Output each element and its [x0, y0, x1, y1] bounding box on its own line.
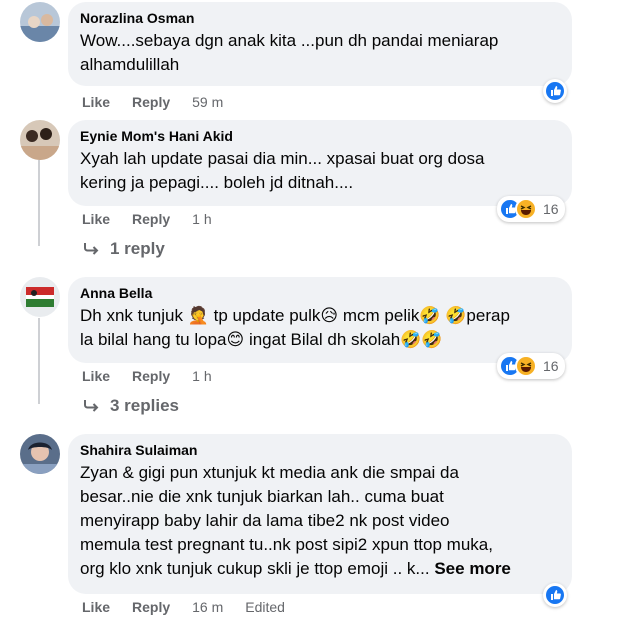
comment-actions: Like Reply 1 h [82, 368, 234, 384]
timestamp[interactable]: 59 m [192, 94, 223, 110]
reply-arrow-icon [84, 400, 99, 412]
comment-text-line: besar..nie die xnk tunjuk biarkan lah.. … [80, 487, 444, 506]
thread-line [38, 318, 40, 404]
comment-bubble: Anna Bella Dh xnk tunjuk 🤦 tp update pul… [68, 277, 572, 363]
comment-text-line: la bilal hang tu lopa😊 ingat Bilal dh sk… [80, 330, 443, 349]
comment-author[interactable]: Anna Bella [80, 284, 560, 302]
like-icon [544, 80, 566, 102]
comment-bubble: Norazlina Osman Wow....sebaya dgn anak k… [68, 2, 572, 86]
comment-actions: Like Reply 1 h [82, 211, 234, 227]
reply-arrow-icon [84, 243, 99, 255]
like-button[interactable]: Like [82, 94, 110, 110]
timestamp[interactable]: 16 m [192, 599, 223, 615]
comment-text-line: Zyan & gigi pun xtunjuk kt media ank die… [80, 463, 459, 482]
reaction-summary[interactable] [543, 583, 567, 607]
avatar[interactable] [20, 277, 60, 317]
comment-text-line: Xyah lah update pasai dia min... xpasai … [80, 149, 485, 168]
comment-text: Dh xnk tunjuk 🤦 tp update pulk😥 mcm peli… [80, 304, 560, 352]
haha-icon [515, 198, 537, 220]
timestamp[interactable]: 1 h [192, 211, 211, 227]
edited-label: Edited [245, 599, 285, 615]
reply-button[interactable]: Reply [132, 211, 170, 227]
comment-text-line: org klo xnk tunjuk cukup skli je ttop em… [80, 557, 560, 581]
like-button[interactable]: Like [82, 211, 110, 227]
comment-text-line: Wow....sebaya dgn anak kita ...pun dh pa… [80, 31, 499, 50]
comment-author[interactable]: Norazlina Osman [80, 9, 560, 27]
timestamp[interactable]: 1 h [192, 368, 211, 384]
reaction-summary[interactable]: 16 [497, 353, 565, 379]
avatar[interactable] [20, 2, 60, 42]
comment-bubble: Eynie Mom's Hani Akid Xyah lah update pa… [68, 120, 572, 206]
view-replies-link[interactable]: 3 replies [84, 396, 179, 416]
comment-text-line: alhamdulillah [80, 55, 180, 74]
comment-text: Xyah lah update pasai dia min... xpasai … [80, 147, 560, 195]
comment-text: Zyan & gigi pun xtunjuk kt media ank die… [80, 461, 560, 581]
view-replies-link[interactable]: 1 reply [84, 239, 165, 259]
replies-label: 1 reply [110, 239, 165, 258]
comment-text-line: Dh xnk tunjuk 🤦 tp update pulk😥 mcm peli… [80, 306, 510, 325]
comment-author[interactable]: Shahira Sulaiman [80, 441, 560, 459]
comment-text-line: memula test pregnant tu..nk post sipi2 x… [80, 535, 493, 554]
reply-button[interactable]: Reply [132, 368, 170, 384]
like-button[interactable]: Like [82, 599, 110, 615]
comment-bubble: Shahira Sulaiman Zyan & gigi pun xtunjuk… [68, 434, 572, 594]
comment-actions: Like Reply 59 m [82, 94, 245, 110]
reaction-count: 16 [543, 201, 559, 217]
comment-text-fragment: org klo xnk tunjuk cukup skli je ttop em… [80, 559, 430, 578]
reply-button[interactable]: Reply [132, 94, 170, 110]
see-more-link[interactable]: See more [434, 559, 511, 578]
comment-actions: Like Reply 16 m Edited [82, 599, 307, 615]
replies-label: 3 replies [110, 396, 179, 415]
comment-text: Wow....sebaya dgn anak kita ...pun dh pa… [80, 29, 560, 77]
reply-button[interactable]: Reply [132, 599, 170, 615]
like-icon [544, 584, 566, 606]
reaction-summary[interactable] [543, 79, 567, 103]
haha-icon [515, 355, 537, 377]
thread-line [38, 160, 40, 246]
like-button[interactable]: Like [82, 368, 110, 384]
reaction-count: 16 [543, 358, 559, 374]
comment-text-line: kering ja pepagi.... boleh jd ditnah.... [80, 173, 354, 192]
comment-author[interactable]: Eynie Mom's Hani Akid [80, 127, 560, 145]
reaction-summary[interactable]: 16 [497, 196, 565, 222]
avatar[interactable] [20, 434, 60, 474]
avatar[interactable] [20, 120, 60, 160]
comment-text-line: menyirapp baby lahir da lama tibe2 nk po… [80, 511, 450, 530]
